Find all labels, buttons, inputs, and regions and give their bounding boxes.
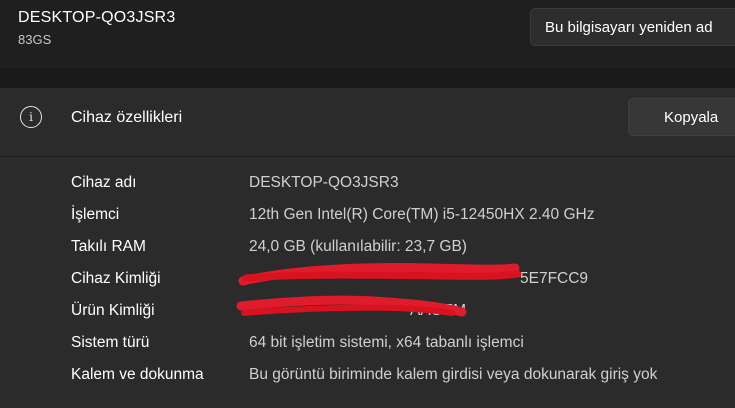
device-name: DESKTOP-QO3JSR3	[18, 9, 176, 26]
device-model: 83GS	[18, 32, 52, 47]
device-specifications-card: i Cihaz özellikleri Kopyala Cihaz adı DE…	[0, 88, 735, 408]
spec-row-product-id: Ürün Kimliği AAOEM	[0, 302, 735, 334]
spec-label: İşlemci	[71, 206, 120, 223]
spec-value-product-id-visible: AAOEM	[410, 302, 466, 319]
section-gap	[0, 68, 735, 88]
copy-button[interactable]: Kopyala	[628, 98, 735, 136]
spec-row-device-id: Cihaz Kimliği 5E7FCC9	[0, 270, 735, 302]
spec-row-system-type: Sistem türü 64 bit işletim sistemi, x64 …	[0, 334, 735, 366]
spec-row-processor: İşlemci 12th Gen Intel(R) Core(TM) i5-12…	[0, 206, 735, 238]
spec-value: 12th Gen Intel(R) Core(TM) i5-12450HX 2.…	[249, 206, 595, 223]
spec-row-installed-ram: Takılı RAM 24,0 GB (kullanılabilir: 23,7…	[0, 238, 735, 270]
spec-label: Sistem türü	[71, 334, 150, 351]
spec-value: 64 bit işletim sistemi, x64 tabanlı işle…	[249, 334, 524, 351]
spec-value: 24,0 GB (kullanılabilir: 23,7 GB)	[249, 238, 467, 255]
spec-row-pen-touch: Kalem ve dokunma Bu görüntü biriminde ka…	[0, 366, 735, 398]
spec-label: Takılı RAM	[71, 238, 146, 255]
spec-value-device-id-visible: 5E7FCC9	[520, 270, 589, 287]
device-header: DESKTOP-QO3JSR3 83GS Bu bilgisayarı yeni…	[0, 0, 735, 68]
spec-label: Ürün Kimliği	[71, 302, 155, 319]
spec-value: DESKTOP-QO3JSR3	[249, 174, 399, 191]
spec-row-device-name: Cihaz adı DESKTOP-QO3JSR3	[0, 174, 735, 206]
info-icon: i	[20, 106, 42, 128]
spec-value: Bu görüntü biriminde kalem girdisi veya …	[249, 366, 658, 383]
card-divider	[0, 156, 735, 157]
device-specifications-title: Cihaz özellikleri	[71, 109, 183, 126]
spec-label: Kalem ve dokunma	[71, 366, 204, 383]
rename-pc-button[interactable]: Bu bilgisayarı yeniden ad	[530, 8, 735, 46]
device-specifications-header[interactable]: i Cihaz özellikleri Kopyala	[0, 88, 735, 156]
spec-label: Cihaz adı	[71, 174, 137, 191]
spec-label: Cihaz Kimliği	[71, 270, 161, 287]
